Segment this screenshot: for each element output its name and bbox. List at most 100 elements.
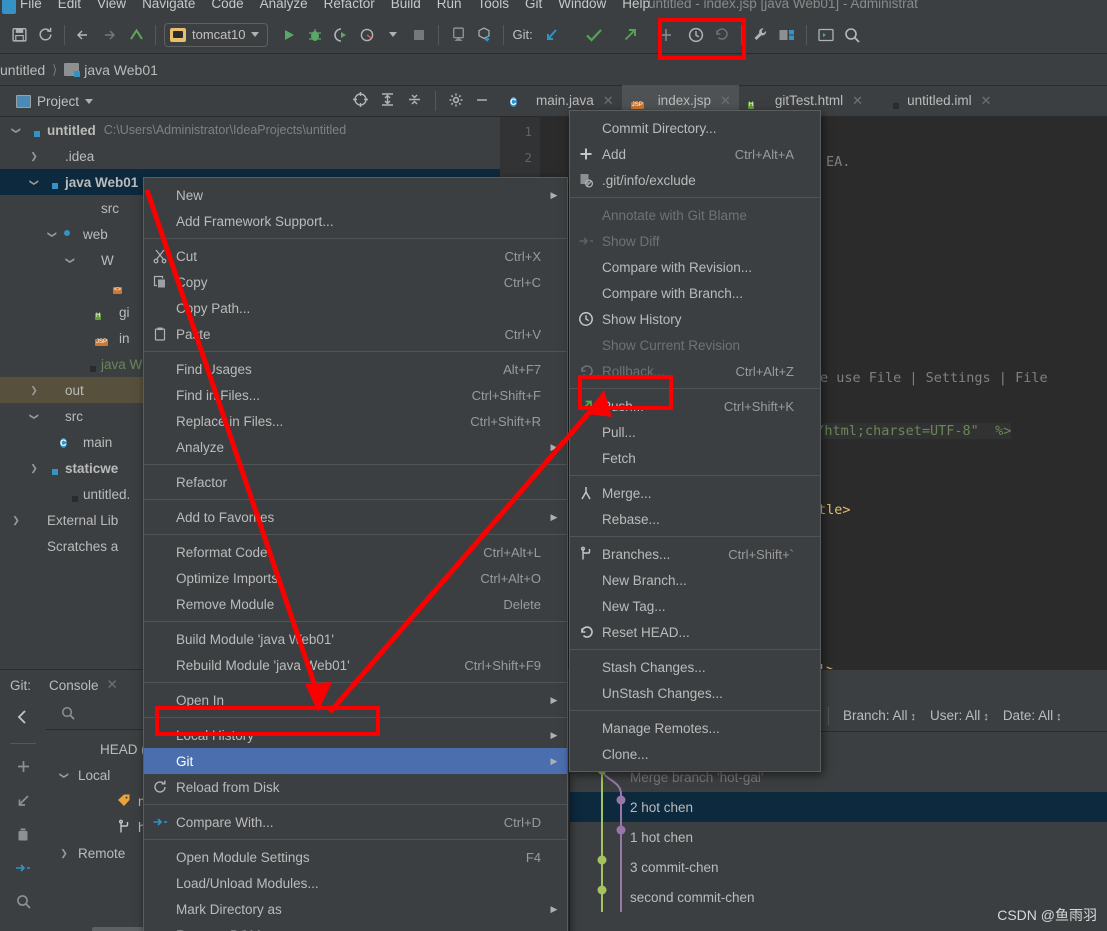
menu-bar-items[interactable]: File Edit View Navigate Code Analyze Refactor B…	[20, 0, 650, 11]
settings-wrench-icon[interactable]	[748, 22, 774, 48]
menu-item[interactable]: Mark Directory as ▶	[144, 896, 567, 922]
back-icon[interactable]	[71, 22, 97, 48]
close-icon[interactable]: ✕	[720, 93, 731, 109]
log-filter[interactable]: Branch: All	[843, 708, 916, 723]
tree-twisty-icon[interactable]	[8, 125, 24, 136]
menu-build[interactable]: Build	[391, 0, 421, 11]
menu-window[interactable]: Window	[558, 0, 606, 11]
menu-item[interactable]: Pull...	[570, 419, 820, 445]
menu-item[interactable]: Analyze ▶	[144, 434, 567, 460]
project-context-menu[interactable]: New ▶ Add Framework Support... Cut Ctrl+X Cop…	[143, 177, 568, 931]
breadcrumb-project[interactable]: untitled	[0, 62, 45, 78]
run-icon[interactable]	[276, 22, 302, 48]
menu-item[interactable]: Open In ▶	[144, 687, 567, 713]
search-branch-icon[interactable]	[15, 893, 32, 913]
debug-icon[interactable]	[302, 22, 328, 48]
menu-item[interactable]: Rebuild Module 'java Web01' Ctrl+Shift+F9	[144, 652, 567, 678]
git-history-icon[interactable]	[683, 22, 709, 48]
menu-help[interactable]: Help	[622, 0, 650, 11]
delete-branch-icon[interactable]	[15, 826, 31, 846]
menu-refactor[interactable]: Refactor	[324, 0, 375, 11]
menu-item[interactable]: Add Framework Support...	[144, 208, 567, 234]
menu-item[interactable]: Add Ctrl+Alt+A	[570, 141, 820, 167]
menu-navigate[interactable]: Navigate	[142, 0, 195, 11]
menu-item[interactable]: UnStash Changes...	[570, 680, 820, 706]
checkout-icon[interactable]	[15, 792, 32, 812]
menu-item[interactable]: Compare with Revision...	[570, 254, 820, 280]
menu-item[interactable]: Push... Ctrl+Shift+K	[570, 393, 820, 419]
menu-item[interactable]: Add to Favorites ▶	[144, 504, 567, 530]
menu-item[interactable]: New Branch...	[570, 567, 820, 593]
menu-item[interactable]: Commit Directory...	[570, 115, 820, 141]
tree-twisty-icon[interactable]	[56, 770, 72, 781]
menu-item[interactable]: Reload from Disk	[144, 774, 567, 800]
menu-run[interactable]: Run	[437, 0, 462, 11]
menu-item[interactable]: Refactor	[144, 469, 567, 495]
sync-icon[interactable]	[32, 22, 58, 48]
menu-item[interactable]: New ▶	[144, 182, 567, 208]
last-edit-location-icon[interactable]	[123, 22, 149, 48]
tree-node[interactable]: .idea	[0, 143, 500, 169]
tree-twisty-icon[interactable]	[26, 151, 42, 162]
menu-item[interactable]: Show History	[570, 306, 820, 332]
expand-all-icon[interactable]	[379, 91, 396, 111]
menu-item[interactable]: Copy Ctrl+C	[144, 269, 567, 295]
forward-icon[interactable]	[97, 22, 123, 48]
menu-item[interactable]: Compare With... Ctrl+D	[144, 809, 567, 835]
tree-node[interactable]: untitled C:\Users\Administrator\IdeaProje…	[0, 117, 500, 143]
menu-item[interactable]: Copy Path...	[144, 295, 567, 321]
git-branch-icon[interactable]	[653, 22, 679, 48]
menu-item[interactable]: Open Module Settings F4	[144, 844, 567, 870]
menu-view[interactable]: View	[97, 0, 126, 11]
commit-row[interactable]: 1 hot chen	[570, 822, 1107, 852]
menu-item[interactable]: Reformat Code Ctrl+Alt+L	[144, 539, 567, 565]
run-with-coverage-icon[interactable]	[328, 22, 354, 48]
tree-twisty-icon[interactable]	[62, 255, 78, 266]
git-log-filters[interactable]: Branch: All User: All Date: All	[843, 708, 1062, 723]
tree-twisty-icon[interactable]	[26, 411, 42, 422]
log-filter[interactable]: Date: All	[1003, 708, 1062, 723]
close-icon[interactable]: ✕	[107, 677, 118, 693]
menu-tools[interactable]: Tools	[478, 0, 510, 11]
git-submenu[interactable]: Commit Directory... Add Ctrl+Alt+A .git/inf…	[569, 110, 821, 772]
menu-item[interactable]: Remove Module Delete	[144, 591, 567, 617]
menu-item[interactable]: Clone...	[570, 741, 820, 767]
project-tool-window-tab[interactable]: Project	[16, 94, 94, 109]
menu-item[interactable]: Find in Files... Ctrl+Shift+F	[144, 382, 567, 408]
select-opened-file-icon[interactable]	[352, 91, 369, 111]
close-icon[interactable]: ✕	[981, 93, 992, 109]
menu-item[interactable]: Paste Ctrl+V	[144, 321, 567, 347]
menu-item[interactable]: Local History ▶	[144, 722, 567, 748]
new-branch-icon[interactable]	[15, 758, 32, 778]
profiler-icon[interactable]	[354, 22, 380, 48]
menu-item[interactable]: Optimize Imports Ctrl+Alt+O	[144, 565, 567, 591]
chevron-down-icon[interactable]	[251, 32, 260, 37]
tree-twisty-icon[interactable]	[26, 463, 42, 474]
chevron-down-icon[interactable]	[85, 98, 94, 104]
commit-row[interactable]: 3 commit-chen	[570, 852, 1107, 882]
git-console-tab[interactable]: Console ✕	[49, 677, 118, 693]
git-revert-icon[interactable]	[709, 22, 735, 48]
menu-git[interactable]: Git	[525, 0, 542, 11]
gear-icon[interactable]	[448, 92, 464, 111]
close-icon[interactable]: ✕	[852, 93, 863, 109]
run-configuration-selector[interactable]: tomcat10	[164, 22, 269, 47]
profiler-chevron-icon[interactable]	[380, 22, 406, 48]
menu-item[interactable]: Fetch	[570, 445, 820, 471]
menu-item[interactable]: Cut Ctrl+X	[144, 243, 567, 269]
collapse-sidebar-icon[interactable]	[14, 708, 32, 729]
menu-item[interactable]: Compare with Branch...	[570, 280, 820, 306]
menu-item[interactable]: Load/Unload Modules...	[144, 870, 567, 896]
tree-twisty-icon[interactable]	[26, 177, 42, 188]
hide-panel-icon[interactable]	[474, 92, 490, 111]
menu-item[interactable]: Replace in Files... Ctrl+Shift+R	[144, 408, 567, 434]
menu-item[interactable]: Find Usages Alt+F7	[144, 356, 567, 382]
avd-manager-icon[interactable]	[445, 22, 471, 48]
compare-branch-icon[interactable]	[14, 860, 32, 879]
menu-item[interactable]: Build Module 'java Web01'	[144, 626, 567, 652]
menu-item[interactable]: New Tag...	[570, 593, 820, 619]
tree-twisty-icon[interactable]	[56, 848, 72, 859]
menu-item[interactable]: Remove BOM	[144, 922, 567, 931]
menu-item[interactable]: Merge...	[570, 480, 820, 506]
menu-file[interactable]: File	[20, 0, 42, 11]
